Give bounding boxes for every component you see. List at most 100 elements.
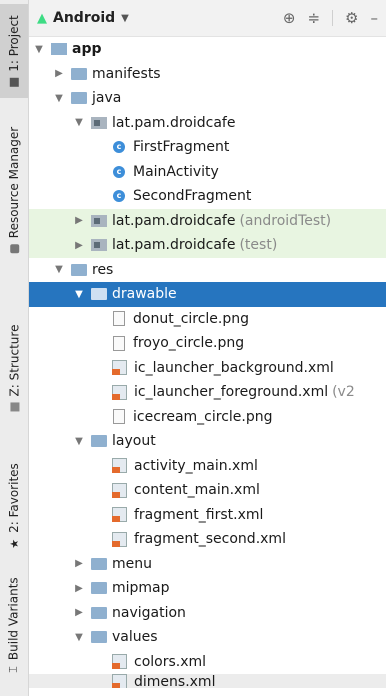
tree-item-label: froyo_circle.png (133, 335, 245, 352)
collapse-arrow-icon[interactable]: ▶ (73, 558, 85, 569)
expand-arrow-icon[interactable]: ▼ (53, 93, 65, 104)
tree-item-label: ic_launcher_foreground.xml (134, 384, 329, 401)
tab-resource-manager[interactable]: Resource Manager (0, 110, 28, 270)
tree-item-values[interactable]: ▼ values (29, 625, 386, 650)
tree-item-suffix: (v2 (332, 384, 355, 401)
tab-favorites[interactable]: ★ 2: Favorites (0, 456, 28, 556)
tab-favorites-label: 2: Favorites (7, 463, 22, 533)
tree-item-label: navigation (112, 604, 186, 621)
collapse-all-icon[interactable]: ≑ (307, 9, 320, 27)
tree-item-label: ic_launcher_background.xml (134, 359, 334, 376)
tree-item-package-test[interactable]: ▶ lat.pam.droidcafe (test) (29, 233, 386, 258)
tree-item-froyo[interactable]: froyo_circle.png (29, 331, 386, 356)
tree-item-first-fragment[interactable]: c FirstFragment (29, 135, 386, 160)
folder-icon (91, 606, 107, 619)
tab-structure[interactable]: Z: Structure (0, 318, 28, 418)
xml-file-icon (112, 674, 127, 688)
expand-arrow-icon[interactable]: ▼ (73, 632, 85, 643)
build-variants-icon: ⌶ (7, 666, 20, 673)
tree-item-label: donut_circle.png (133, 310, 250, 327)
tree-item-fragment-second[interactable]: fragment_second.xml (29, 527, 386, 552)
expand-arrow-icon[interactable]: ▼ (73, 289, 85, 300)
collapse-arrow-icon[interactable]: ▶ (73, 215, 85, 226)
tree-item-label: app (72, 41, 102, 58)
tree-item-activity-main[interactable]: activity_main.xml (29, 454, 386, 479)
view-selector-label: Android (53, 10, 116, 26)
image-file-icon (113, 409, 125, 425)
tree-item-label: manifests (92, 65, 161, 82)
tab-structure-label: Z: Structure (7, 324, 21, 397)
tree-item-fragment-first[interactable]: fragment_first.xml (29, 503, 386, 528)
tree-item-menu[interactable]: ▶ menu (29, 552, 386, 577)
tree-item-label: values (112, 629, 158, 646)
tree-item-ic-launcher-foreground[interactable]: ic_launcher_foreground.xml (v2 (29, 380, 386, 405)
tree-item-label: colors.xml (134, 653, 207, 670)
tree-item-java[interactable]: ▼ java (29, 86, 386, 111)
tree-item-label: lat.pam.droidcafe (112, 114, 236, 131)
tree-item-donut[interactable]: donut_circle.png (29, 307, 386, 332)
tab-build-variants[interactable]: ⌶ Build Variants (0, 566, 28, 684)
expand-arrow-icon[interactable]: ▼ (53, 264, 65, 275)
tree-item-label: layout (112, 433, 156, 450)
expand-arrow-icon[interactable]: ▼ (73, 436, 85, 447)
tree-item-suffix: (androidTest) (239, 212, 332, 229)
tree-item-manifests[interactable]: ▶ manifests (29, 62, 386, 87)
minimize-icon[interactable]: – (371, 9, 379, 27)
folder-icon (71, 92, 87, 105)
tab-project-label: 1: Project (7, 15, 21, 72)
module-icon (51, 43, 67, 56)
tree-item-package-androidtest[interactable]: ▶ lat.pam.droidcafe (androidTest) (29, 208, 386, 233)
project-panel: ▲ Android ▼ ⊕ ≑ ⚙ – ▼ app ▶ manifests ▼ … (29, 0, 386, 696)
layout-file-icon (112, 507, 127, 523)
tab-project[interactable]: 1: Project (0, 4, 28, 98)
tree-item-second-fragment[interactable]: c SecondFragment (29, 184, 386, 209)
xml-file-icon (112, 384, 127, 400)
tree-item-label: activity_main.xml (134, 457, 258, 474)
image-file-icon (113, 335, 125, 351)
expand-arrow-icon[interactable]: ▼ (73, 117, 85, 128)
tree-item-label: SecondFragment (133, 188, 252, 205)
tree-item-content-main[interactable]: content_main.xml (29, 478, 386, 503)
gear-icon[interactable]: ⚙ (345, 9, 358, 27)
view-selector[interactable]: ▲ Android ▼ (37, 10, 129, 26)
locate-icon[interactable]: ⊕ (283, 9, 296, 27)
tree-item-label: java (92, 90, 122, 107)
tree-item-dimens[interactable]: dimens.xml (29, 674, 386, 688)
collapse-arrow-icon[interactable]: ▶ (73, 240, 85, 251)
expand-arrow-icon[interactable]: ▼ (33, 44, 45, 55)
tree-item-label: icecream_circle.png (133, 408, 273, 425)
folder-icon (91, 557, 107, 570)
package-icon (91, 116, 107, 129)
tree-item-drawable[interactable]: ▼ drawable (29, 282, 386, 307)
tree-item-label: drawable (112, 286, 177, 303)
tab-build-variants-label: Build Variants (7, 577, 21, 661)
class-icon: c (113, 190, 125, 203)
folder-icon (91, 582, 107, 595)
tree-item-icecream[interactable]: icecream_circle.png (29, 405, 386, 430)
tree-item-layout[interactable]: ▼ layout (29, 429, 386, 454)
tree-item-package-main[interactable]: ▼ lat.pam.droidcafe (29, 111, 386, 136)
layout-file-icon (112, 531, 127, 547)
folder-icon (9, 77, 19, 87)
collapse-arrow-icon[interactable]: ▶ (73, 583, 85, 594)
xml-file-icon (112, 360, 127, 376)
tree-item-main-activity[interactable]: c MainActivity (29, 160, 386, 185)
tree-item-app[interactable]: ▼ app (29, 37, 386, 62)
structure-icon (9, 402, 19, 412)
xml-file-icon (112, 654, 127, 670)
chevron-down-icon: ▼ (121, 12, 129, 24)
tree-item-ic-launcher-background[interactable]: ic_launcher_background.xml (29, 356, 386, 381)
layout-file-icon (112, 458, 127, 474)
layout-file-icon (112, 482, 127, 498)
header-toolbar: ⊕ ≑ ⚙ – (283, 9, 378, 27)
tree-item-navigation[interactable]: ▶ navigation (29, 601, 386, 626)
class-icon: c (113, 165, 125, 178)
collapse-arrow-icon[interactable]: ▶ (73, 607, 85, 618)
tree-item-label: lat.pam.droidcafe (112, 212, 236, 229)
tree-item-res[interactable]: ▼ res (29, 258, 386, 283)
tree-item-label: mipmap (112, 580, 170, 597)
tree-item-mipmap[interactable]: ▶ mipmap (29, 576, 386, 601)
collapse-arrow-icon[interactable]: ▶ (53, 68, 65, 79)
project-header: ▲ Android ▼ ⊕ ≑ ⚙ – (29, 0, 386, 37)
tree-item-colors[interactable]: colors.xml (29, 650, 386, 675)
